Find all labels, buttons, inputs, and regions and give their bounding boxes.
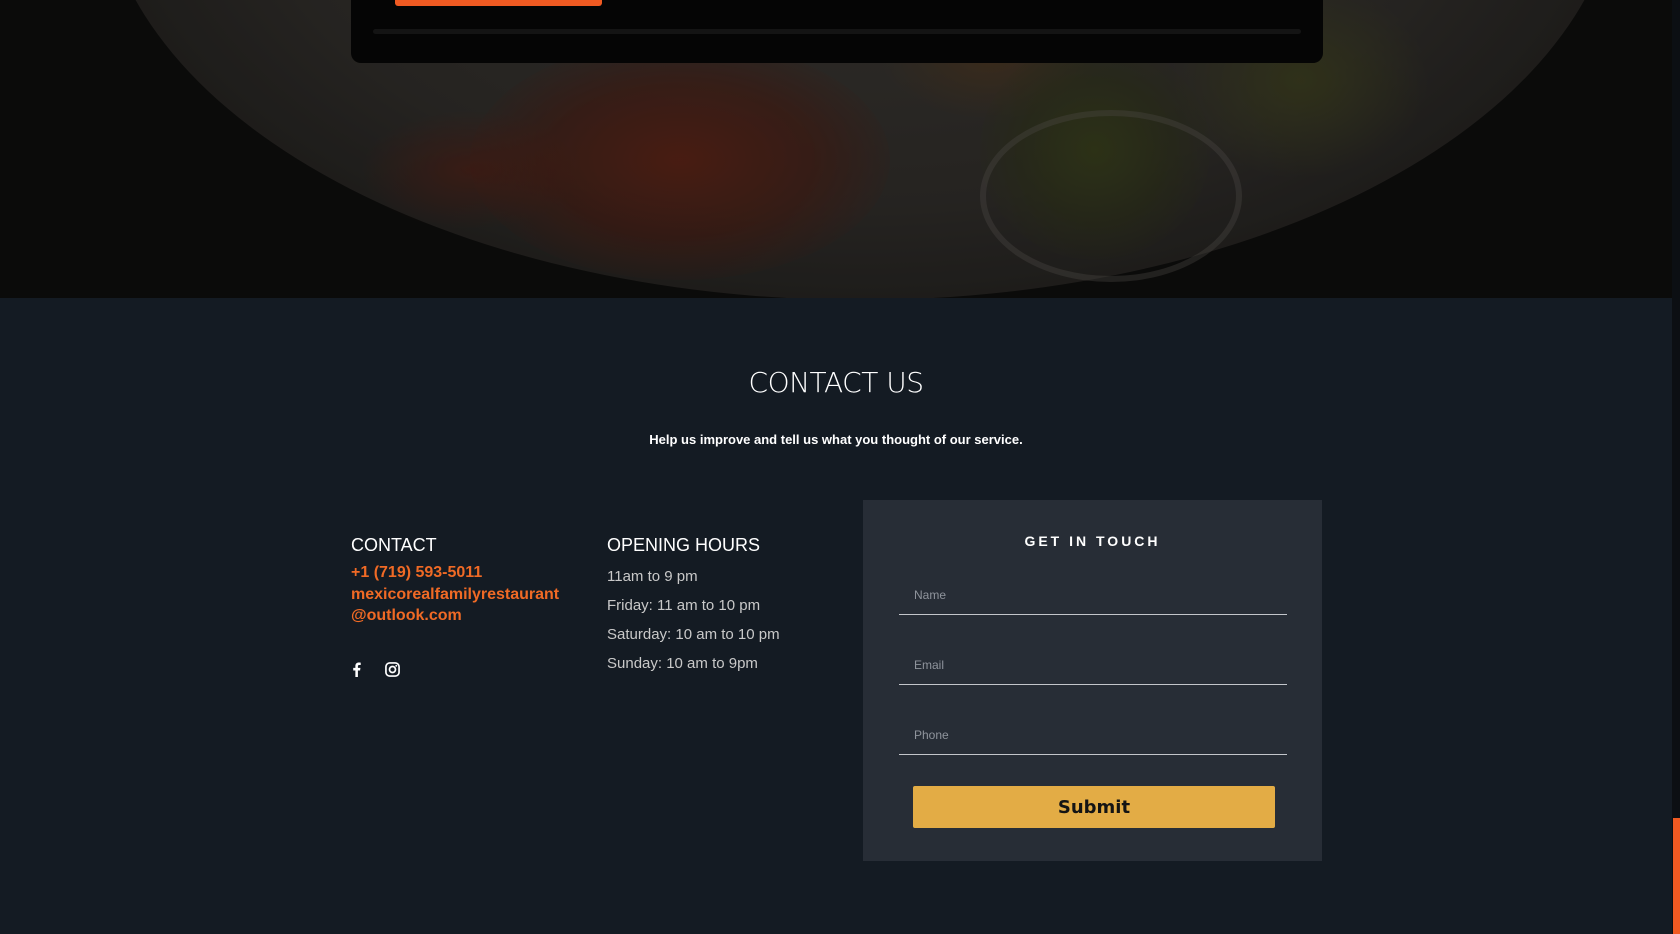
hours-line: 11am to 9 pm <box>607 568 698 585</box>
order-button-edge[interactable] <box>395 0 602 6</box>
phone-field[interactable] <box>899 715 1287 755</box>
email-link[interactable]: mexicorealfamilyrestaurant@outlook.com <box>351 584 561 626</box>
card-divider <box>373 29 1301 34</box>
hours-line: Sunday: 10 am to 9pm <box>607 655 758 672</box>
opening-hours-heading: OPENING HOURS <box>607 535 761 555</box>
contact-us-subtitle: Help us improve and tell us what you tho… <box>649 432 1023 447</box>
hours-line: Saturday: 10 am to 10 pm <box>607 626 780 643</box>
email-field[interactable] <box>899 645 1287 685</box>
menu-card-bottom <box>351 0 1323 63</box>
hours-list: 11am to 9 pm Friday: 11 am to 10 pm Satu… <box>607 566 780 682</box>
scrollbar-thumb[interactable] <box>1673 818 1680 934</box>
page: CONTACT US Help us improve and tell us w… <box>0 0 1680 934</box>
facebook-link[interactable] <box>345 658 367 680</box>
scrollbar-track[interactable] <box>1672 0 1680 934</box>
hero-food-image <box>0 0 1672 298</box>
hours-line: Friday: 11 am to 10 pm <box>607 597 761 614</box>
form-title: GET IN TOUCH <box>1024 533 1161 549</box>
instagram-link[interactable] <box>381 658 403 680</box>
submit-button[interactable]: Submit <box>913 786 1275 828</box>
instagram-icon <box>384 661 400 677</box>
contact-us-title: CONTACT US <box>748 366 924 399</box>
facebook-icon <box>352 661 361 677</box>
get-in-touch-form: GET IN TOUCH Submit <box>863 500 1322 861</box>
name-field[interactable] <box>899 575 1287 615</box>
phone-link[interactable]: +1 (719) 593-5011 <box>351 562 482 583</box>
contact-heading: CONTACT <box>351 535 437 555</box>
